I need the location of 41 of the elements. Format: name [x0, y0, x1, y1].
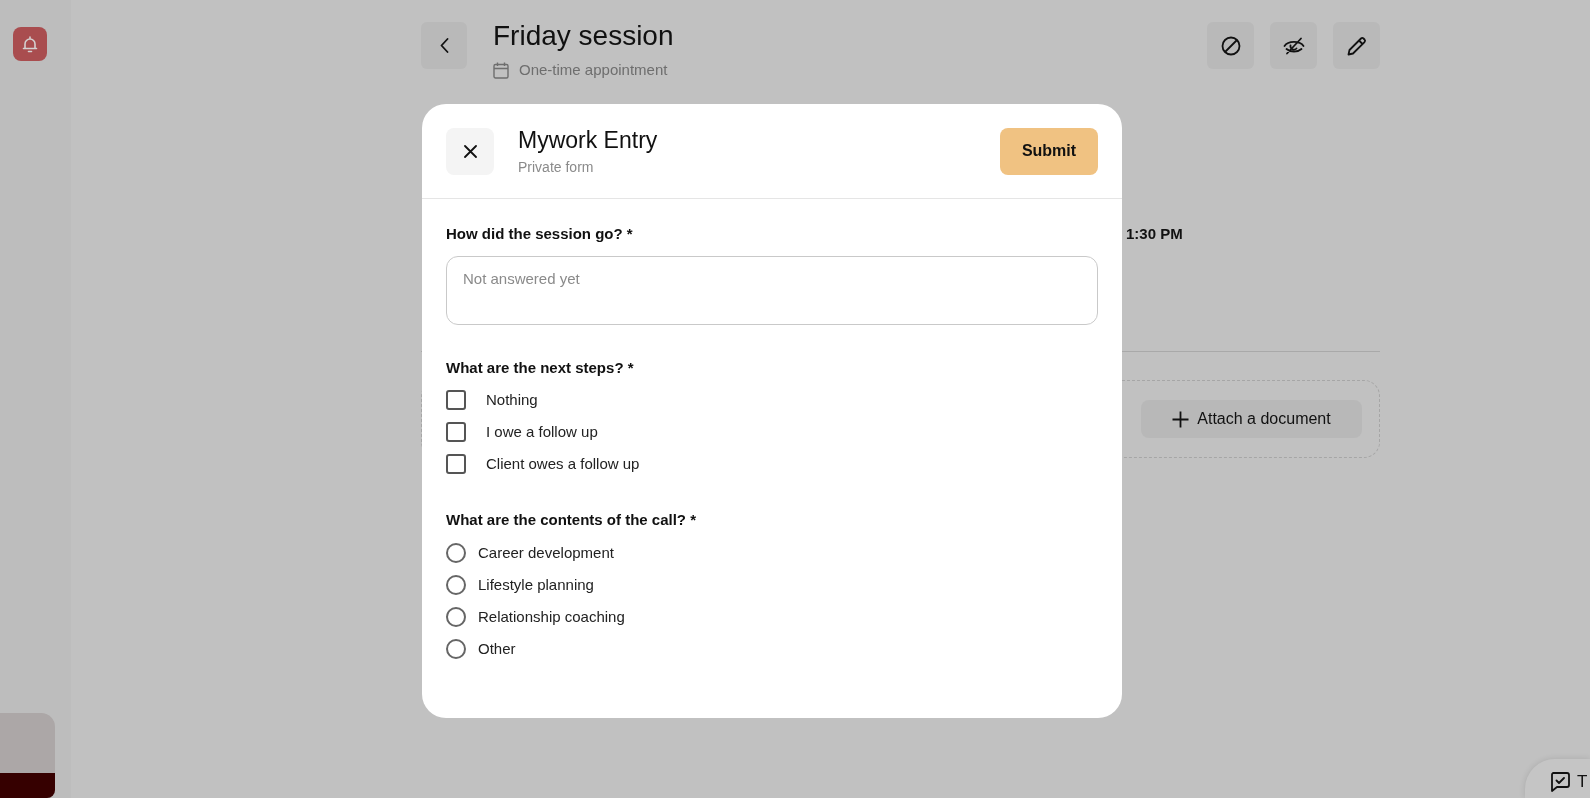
checkbox[interactable] — [446, 422, 466, 442]
chevron-left-icon — [439, 38, 449, 53]
page-title: Friday session — [493, 22, 674, 50]
option-label: Other — [478, 639, 516, 659]
eye-off-icon — [1282, 36, 1305, 55]
radio-button[interactable] — [446, 575, 466, 595]
close-button[interactable] — [446, 127, 494, 175]
option-label: Nothing — [486, 390, 538, 410]
submit-button[interactable]: Submit — [1000, 127, 1098, 175]
close-icon — [463, 144, 477, 158]
radio-button[interactable] — [446, 639, 466, 659]
checkbox[interactable] — [446, 390, 466, 410]
option-label: I owe a follow up — [486, 422, 598, 442]
answer-field[interactable]: Not answered yet — [446, 256, 1098, 325]
question-label: How did the session go? * — [446, 224, 634, 244]
question-label: What are the contents of the call? * — [446, 510, 698, 530]
option-label: Career development — [478, 543, 614, 563]
dialog-title: Mywork Entry — [518, 126, 658, 154]
edit-button[interactable] — [1333, 22, 1380, 69]
radio-button[interactable] — [446, 607, 466, 627]
option-label: Lifestyle planning — [478, 575, 594, 595]
notifications-button[interactable] — [13, 27, 47, 61]
pencil-icon — [1346, 35, 1367, 56]
attach-document-button[interactable]: Attach a document — [1141, 400, 1362, 438]
plus-icon — [1172, 410, 1190, 428]
block-button[interactable] — [1207, 22, 1254, 69]
option-label: Relationship coaching — [478, 607, 625, 627]
calendar-icon — [493, 61, 509, 79]
bell-icon — [22, 35, 38, 53]
hide-button[interactable] — [1270, 22, 1317, 69]
chat-check-icon — [1550, 772, 1570, 792]
prohibited-icon — [1220, 35, 1241, 56]
option-label: Client owes a follow up — [486, 454, 640, 474]
dialog-subtitle: Private form — [518, 158, 595, 176]
session-time: 1:30 PM — [1126, 225, 1183, 242]
question-label: What are the next steps? * — [446, 358, 635, 378]
checkbox[interactable] — [446, 454, 466, 474]
appointment-type: One-time appointment — [519, 60, 668, 80]
radio-button[interactable] — [446, 543, 466, 563]
floating-button[interactable]: T — [1525, 759, 1590, 798]
sidebar-card-strip — [0, 773, 55, 798]
